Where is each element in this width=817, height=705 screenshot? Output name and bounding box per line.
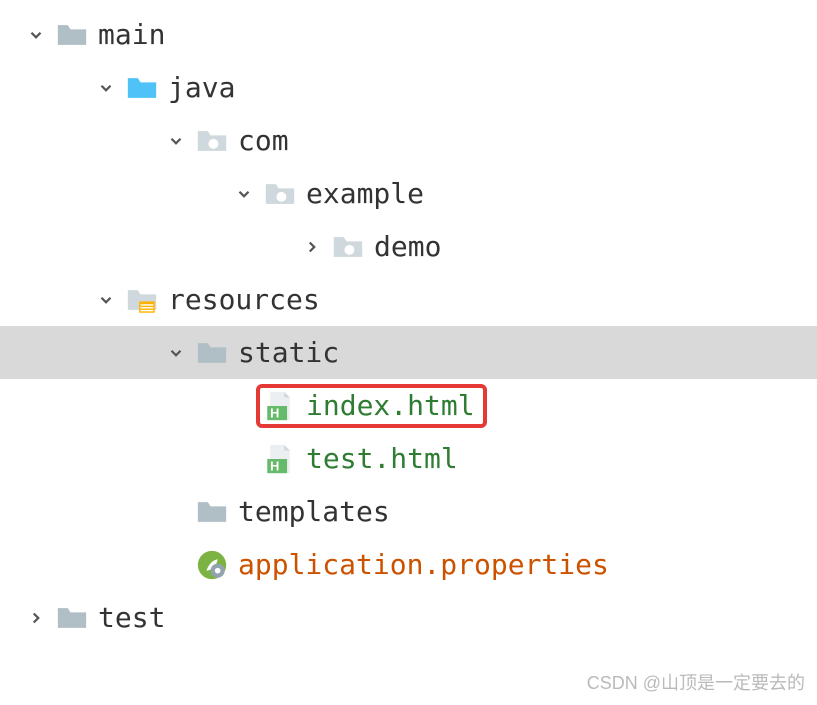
chevron-down-icon[interactable] <box>20 26 52 44</box>
folder-icon <box>192 495 232 529</box>
html-file-icon: H <box>260 442 300 476</box>
tree-label: test.html <box>306 442 458 475</box>
html-file-icon: H <box>260 389 300 423</box>
tree-row-index-html[interactable]: H index.html <box>0 379 817 432</box>
tree-label: test <box>98 601 165 634</box>
tree-row-static[interactable]: static <box>0 326 817 379</box>
tree-row-templates[interactable]: templates <box>0 485 817 538</box>
tree-row-demo[interactable]: demo <box>0 220 817 273</box>
tree-label: static <box>238 336 339 369</box>
tree-row-main[interactable]: main <box>0 8 817 61</box>
tree-row-application-properties[interactable]: application.properties <box>0 538 817 591</box>
tree-label: example <box>306 177 424 210</box>
chevron-right-icon[interactable] <box>296 238 328 256</box>
package-icon <box>260 177 300 211</box>
tree-row-com[interactable]: com <box>0 114 817 167</box>
tree-label: java <box>168 71 235 104</box>
svg-text:H: H <box>270 405 279 420</box>
tree-label: templates <box>238 495 390 528</box>
tree-row-java[interactable]: java <box>0 61 817 114</box>
tree-label: com <box>238 124 289 157</box>
source-folder-icon <box>122 71 162 105</box>
chevron-down-icon[interactable] <box>90 291 122 309</box>
tree-row-test[interactable]: test <box>0 591 817 644</box>
chevron-down-icon[interactable] <box>160 132 192 150</box>
chevron-right-icon[interactable] <box>20 609 52 627</box>
tree-label: resources <box>168 283 320 316</box>
svg-text:H: H <box>270 458 279 473</box>
folder-icon <box>52 601 92 635</box>
folder-icon <box>192 336 232 370</box>
tree-label: main <box>98 18 165 51</box>
folder-icon <box>52 18 92 52</box>
chevron-down-icon[interactable] <box>228 185 260 203</box>
watermark: CSDN @山顶是一定要去的 <box>587 669 805 695</box>
tree-label: index.html <box>306 389 475 422</box>
tree-label: application.properties <box>238 548 609 581</box>
tree-label: demo <box>374 230 441 263</box>
project-tree: main java com example <box>0 0 817 644</box>
tree-row-example[interactable]: example <box>0 167 817 220</box>
package-icon <box>192 124 232 158</box>
resources-folder-icon <box>122 283 162 317</box>
chevron-down-icon[interactable] <box>160 344 192 362</box>
tree-row-resources[interactable]: resources <box>0 273 817 326</box>
package-icon <box>328 230 368 264</box>
spring-config-icon <box>192 548 232 582</box>
highlight-box: H index.html <box>256 384 487 428</box>
tree-row-test-html[interactable]: H test.html <box>0 432 817 485</box>
chevron-down-icon[interactable] <box>90 79 122 97</box>
